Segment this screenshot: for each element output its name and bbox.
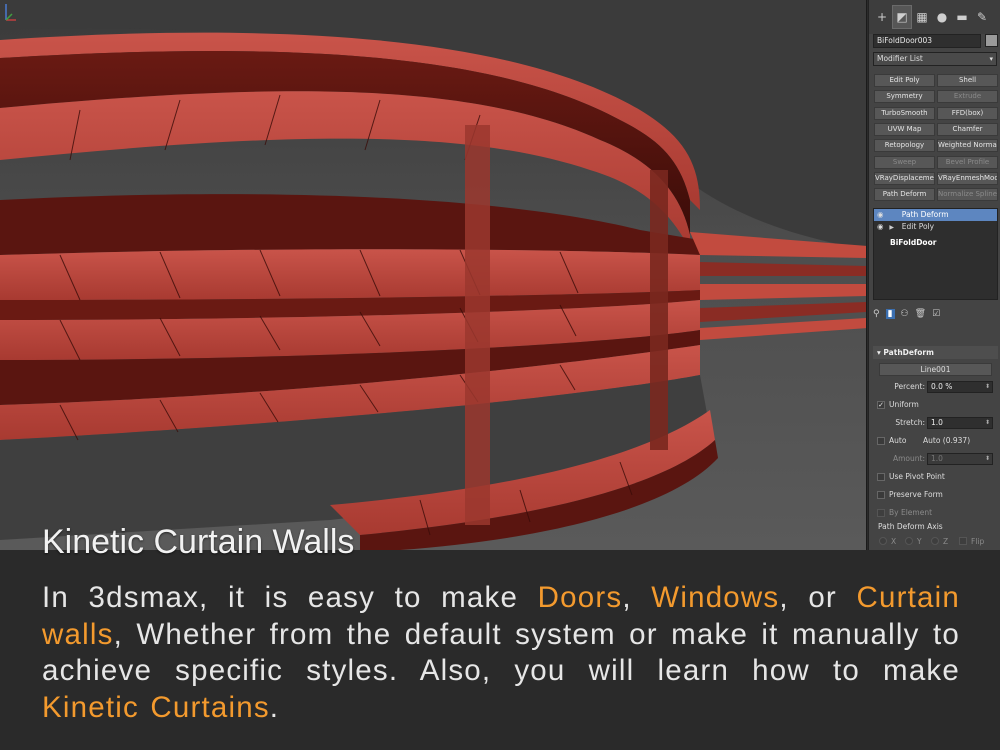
caption-text-run: . — [269, 690, 280, 724]
remove-modifier-trash-icon[interactable]: 🗑 — [915, 309, 926, 319]
caption-title: Kinetic Curtain Walls — [42, 523, 355, 561]
modifier-list-label: Modifier List — [877, 54, 923, 63]
command-panel-tabs: + ◩ ▦ ● ▬ ✎ — [869, 0, 1000, 34]
auto-checkbox[interactable] — [877, 437, 885, 445]
modifier-button-bevel-profile: Bevel Profile — [937, 155, 998, 169]
modifier-button-edit-poly[interactable]: Edit Poly — [874, 74, 935, 87]
spinner-arrows-icon[interactable]: ⬍ — [985, 418, 990, 428]
by-element-label: By Element — [889, 508, 933, 517]
eye-icon[interactable]: ◉ — [877, 221, 887, 233]
chevron-down-icon: ▾ — [989, 55, 993, 63]
spinner-arrows-icon[interactable]: ⬍ — [985, 382, 990, 392]
caption-highlight-term: Doors — [537, 581, 623, 614]
by-element-checkbox — [877, 509, 885, 517]
curtain-wall-model — [0, 0, 866, 550]
expand-arrow-icon[interactable]: ▶ — [889, 222, 899, 234]
percent-value: 0.0 % — [931, 382, 953, 391]
uniform-label: Uniform — [889, 400, 919, 409]
object-color-swatch[interactable] — [985, 34, 998, 47]
utilities-tab-wrench-icon[interactable]: ✎ — [973, 6, 991, 28]
pin-stack-icon[interactable]: ⚲ — [873, 309, 880, 319]
modifier-button-vraydisplacemen[interactable]: VRayDisplacemen — [874, 171, 935, 185]
axis-group-label: Path Deform Axis — [878, 522, 943, 531]
flip-label: Flip — [971, 537, 985, 546]
modifier-button-weighted-normals[interactable]: Weighted Normals — [937, 139, 998, 153]
modifier-button-uvw-map[interactable]: UVW Map — [874, 122, 935, 136]
rollout-title: PathDeform — [883, 348, 934, 357]
amount-label: Amount: — [893, 454, 925, 463]
caption-text-run: , — [622, 581, 652, 614]
stretch-spinner[interactable]: 1.0 ⬍ — [927, 417, 993, 429]
make-unique-icon[interactable]: ⚇ — [901, 309, 909, 319]
axis-z-label: Z — [943, 537, 949, 546]
stack-base-object[interactable]: BiFoldDoor — [874, 237, 997, 249]
modifier-button-path-deform[interactable]: Path Deform — [874, 188, 935, 202]
axis-gizmo-icon — [5, 4, 16, 21]
amount-value: 1.0 — [931, 454, 943, 463]
motion-tab-icon[interactable]: ● — [933, 6, 951, 28]
caption-text-run: , Whether from the default system or mak… — [42, 617, 960, 688]
configure-modifier-sets-icon[interactable]: ☑ — [932, 309, 940, 319]
middle-band — [0, 249, 700, 300]
stack-item-path-deform[interactable]: ◉ Path Deform — [874, 209, 997, 221]
auto-value-label: Auto (0.937) — [923, 436, 971, 445]
modifier-button-sweep: Sweep — [874, 155, 935, 169]
caption-text: In 3dsmax, it is easy to make Doors, Win… — [42, 580, 960, 726]
caption-highlight-term: Windows — [651, 581, 780, 614]
modifier-button-shell[interactable]: Shell — [937, 74, 998, 87]
stack-toolbar: ⚲ ▮ ⚇ 🗑 ☑ — [873, 306, 998, 322]
viewport-3d[interactable] — [0, 0, 867, 550]
create-tab-plus-icon[interactable]: + — [873, 6, 891, 28]
modifier-button-chamfer[interactable]: Chamfer — [937, 122, 998, 136]
modifier-button-vrayenmeshmod[interactable]: VRayEnmeshMod — [937, 171, 998, 185]
modifier-button-normalize-spline: Normalize Spline — [937, 188, 998, 202]
modifier-stack[interactable]: ◉ Path Deform ◉ ▶ Edit Poly BiFoldDoor — [873, 208, 998, 300]
spinner-arrows-icon: ⬍ — [984, 455, 990, 462]
caption-text-run: In 3dsmax, it is easy to make — [42, 581, 538, 614]
percent-spinner[interactable]: 0.0 % ⬍ — [927, 381, 993, 393]
pick-path-button[interactable]: Line001 — [879, 363, 992, 376]
stretch-label: Stretch: — [895, 418, 925, 427]
display-tab-icon[interactable]: ▬ — [953, 6, 971, 28]
show-end-result-icon[interactable]: ▮ — [885, 309, 895, 319]
caption-text-run: , or — [779, 581, 857, 614]
modifier-list-dropdown[interactable]: Modifier List ▾ — [873, 52, 997, 66]
auto-label: Auto — [889, 436, 907, 445]
hierarchy-tab-icon[interactable]: ▦ — [913, 6, 931, 28]
flip-checkbox[interactable] — [959, 537, 967, 545]
modify-tab-icon[interactable]: ◩ — [892, 5, 912, 29]
use-pivot-label: Use Pivot Point — [889, 472, 945, 481]
axis-y-label: Y — [917, 537, 922, 546]
modifier-button-symmetry[interactable]: Symmetry — [874, 90, 935, 104]
object-name-field[interactable]: BiFoldDoor003 — [873, 34, 981, 48]
uniform-checkbox[interactable]: ✓ — [877, 401, 885, 409]
stack-item-label: Edit Poly — [901, 222, 935, 231]
modifier-button-ffd-box-[interactable]: FFD(box) — [937, 106, 998, 120]
axis-x-label: X — [891, 537, 897, 546]
use-pivot-checkbox[interactable] — [877, 473, 885, 481]
command-panel: + ◩ ▦ ● ▬ ✎ BiFoldDoor003 Modifier List … — [868, 0, 1000, 550]
axis-z-radio[interactable] — [931, 537, 939, 545]
modifier-button-retopology[interactable]: Retopology — [874, 139, 935, 153]
amount-spinner: 1.0 ⬍ — [927, 453, 993, 465]
preserve-form-label: Preserve Form — [889, 490, 943, 499]
modifier-button-extrude: Extrude — [937, 90, 998, 104]
axis-y-radio[interactable] — [905, 537, 913, 545]
stack-item-edit-poly[interactable]: ◉ ▶ Edit Poly — [874, 221, 997, 233]
stretch-value: 1.0 — [931, 418, 943, 427]
caption-highlight-term: Kinetic Curtains — [42, 690, 270, 724]
preserve-form-checkbox[interactable] — [877, 491, 885, 499]
axis-x-radio[interactable] — [879, 537, 887, 545]
stack-item-label: Path Deform — [901, 210, 949, 219]
modifier-button-turbosmooth[interactable]: TurboSmooth — [874, 106, 935, 120]
rollout-header[interactable]: ▾ PathDeform — [873, 346, 998, 359]
eye-icon[interactable]: ◉ — [877, 209, 887, 221]
percent-label: Percent: — [894, 382, 925, 391]
